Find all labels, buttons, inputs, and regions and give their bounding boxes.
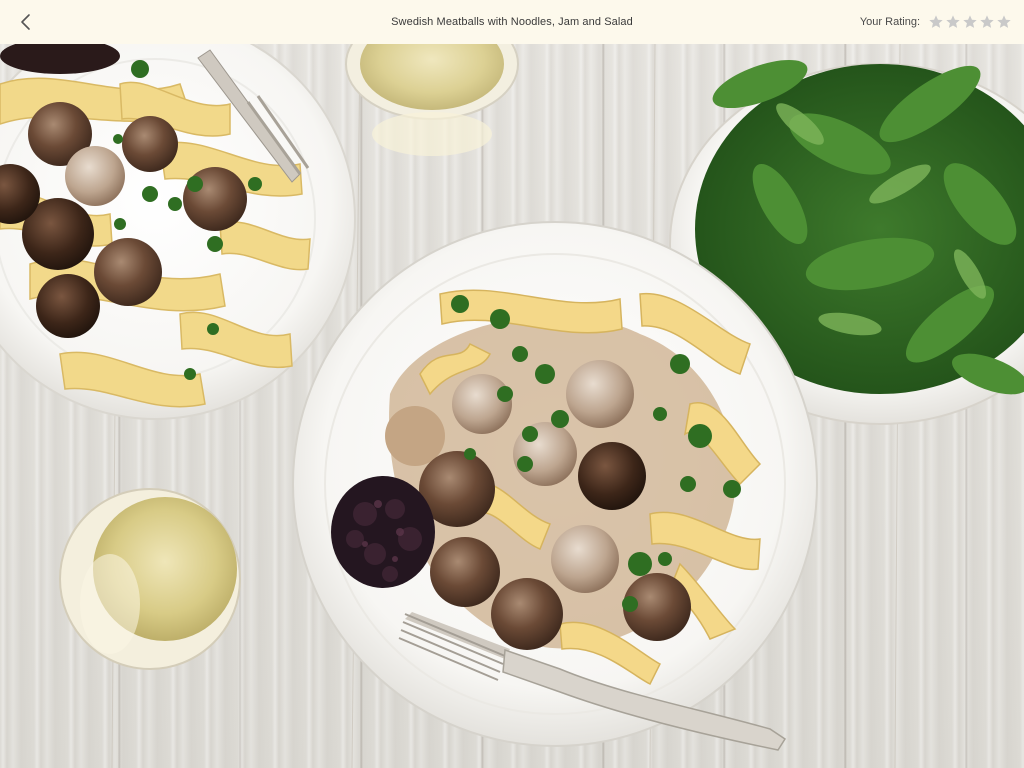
center-plate	[292, 221, 818, 751]
rating-control: Your Rating:	[860, 0, 1012, 44]
top-bar: Swedish Meatballs with Noodles, Jam and …	[0, 0, 1024, 44]
chevron-left-icon	[21, 14, 30, 30]
recipe-photo	[0, 44, 1024, 768]
lingonberry-jam	[331, 476, 435, 588]
star-icon-1[interactable]	[928, 14, 944, 30]
bottom-wine-glass	[59, 488, 241, 670]
rating-label: Your Rating:	[859, 16, 920, 28]
star-icon-4[interactable]	[979, 14, 995, 30]
rating-stars	[928, 14, 1012, 30]
star-icon-3[interactable]	[962, 14, 978, 30]
left-plate	[0, 44, 356, 420]
back-button[interactable]	[12, 8, 40, 36]
star-icon-5[interactable]	[996, 14, 1012, 30]
star-icon-2[interactable]	[945, 14, 961, 30]
top-wine-glass	[345, 44, 519, 156]
